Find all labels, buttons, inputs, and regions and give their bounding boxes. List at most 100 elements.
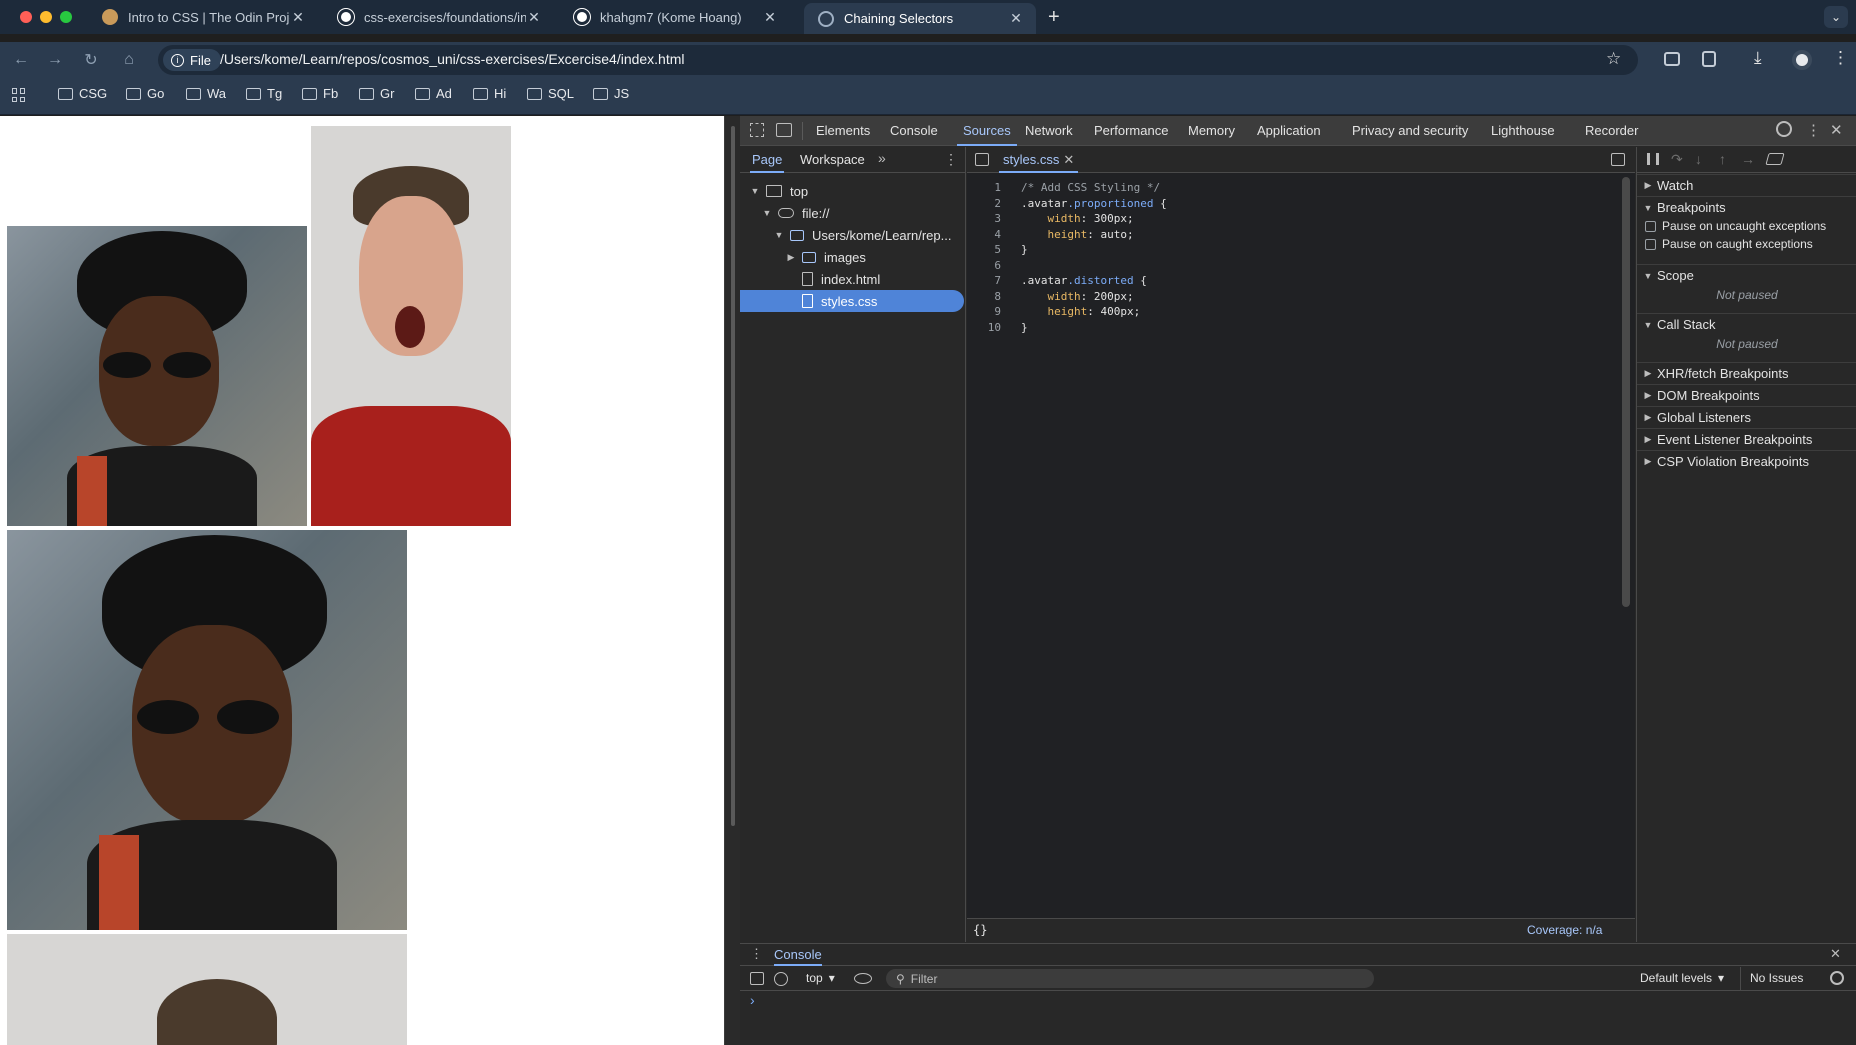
url-text[interactable]: /Users/kome/Learn/repos/cosmos_uni/css-e…	[220, 51, 685, 67]
tab-page[interactable]: Page	[750, 147, 785, 173]
code-line[interactable]: .avatar.distorted {	[1021, 273, 1147, 289]
reload-icon[interactable]: ↻	[76, 42, 106, 78]
console-sidebar-icon[interactable]	[750, 972, 764, 985]
collapsed-arrow-icon[interactable]: ▶	[1643, 390, 1653, 401]
toggle-navigator-icon[interactable]	[975, 153, 989, 166]
line-number[interactable]: 7	[967, 273, 1001, 289]
tab-memory[interactable]: Memory	[1188, 116, 1235, 146]
code-line[interactable]: }	[1021, 242, 1028, 258]
profile-avatar[interactable]	[1792, 50, 1812, 70]
cast-icon[interactable]	[1664, 52, 1680, 66]
bookmark-folder[interactable]: SQL	[527, 86, 574, 101]
site-info-chip[interactable]: i File	[163, 49, 221, 71]
collapsed-arrow-icon[interactable]: ▶	[1643, 412, 1653, 423]
line-number[interactable]: 4	[967, 227, 1001, 243]
browser-tab-github-exercises[interactable]: css-exercises/foundations/int ✕	[324, 0, 554, 34]
bookmark-folder[interactable]: Go	[126, 86, 164, 101]
drawer-menu-icon[interactable]: ⋮	[750, 946, 763, 962]
bookmark-folder[interactable]: Hi	[473, 86, 506, 101]
checkbox-box[interactable]	[1645, 220, 1656, 232]
tree-item[interactable]: ▼ file://	[740, 202, 964, 224]
device-toolbar-icon[interactable]	[776, 123, 792, 137]
code-line[interactable]: .avatar.proportioned {	[1021, 196, 1167, 212]
close-window-button[interactable]	[20, 11, 32, 23]
collapsed-arrow-icon[interactable]: ▶	[1643, 180, 1653, 191]
expand-arrow-icon[interactable]: ▼	[762, 208, 772, 218]
settings-gear-icon[interactable]	[1776, 121, 1792, 137]
line-number[interactable]: 8	[967, 289, 1001, 305]
close-tab-icon[interactable]: ✕	[762, 9, 778, 26]
close-tab-icon[interactable]: ✕	[290, 9, 306, 26]
close-tab-icon[interactable]: ✕	[526, 9, 542, 26]
bookmark-folder[interactable]: Wa	[186, 86, 226, 101]
extensions-puzzle-icon[interactable]	[1702, 51, 1716, 67]
tree-item[interactable]: styles.css	[740, 290, 964, 312]
devtools-menu-icon[interactable]: ⋮	[1806, 121, 1821, 139]
bookmark-folder[interactable]: Ad	[415, 86, 452, 101]
code-line[interactable]: width: 200px;	[1021, 289, 1134, 305]
deactivate-breakpoints-icon[interactable]	[1765, 153, 1785, 165]
log-levels-dropdown[interactable]: Default levels ▾	[1640, 971, 1724, 985]
back-arrow-icon[interactable]: ←	[6, 42, 36, 78]
debugger-section-call-stack[interactable]: ▼ Call Stack	[1637, 313, 1856, 335]
debugger-section-dom-breakpoints[interactable]: ▶ DOM Breakpoints	[1637, 384, 1856, 406]
clear-console-icon[interactable]	[774, 972, 788, 986]
debugger-section-csp-violation-breakpoints[interactable]: ▶ CSP Violation Breakpoints	[1637, 450, 1856, 472]
tree-item[interactable]: ▼ Users/kome/Learn/rep...	[740, 224, 964, 246]
pretty-print-button[interactable]: {}	[973, 923, 987, 937]
collapsed-arrow-icon[interactable]: ▶	[1643, 368, 1653, 379]
tree-item[interactable]: ▶ images	[740, 246, 964, 268]
debugger-section-watch[interactable]: ▶ Watch	[1637, 174, 1856, 196]
minimize-window-button[interactable]	[40, 11, 52, 23]
line-number[interactable]: 1	[967, 180, 1001, 196]
code-line[interactable]: height: auto;	[1021, 227, 1134, 243]
address-bar[interactable]: i File /Users/kome/Learn/repos/cosmos_un…	[158, 45, 1638, 75]
close-tab-icon[interactable]: ✕	[1008, 10, 1024, 27]
code-line[interactable]: /* Add CSS Styling */	[1021, 180, 1160, 196]
home-icon[interactable]: ⌂	[114, 42, 144, 78]
browser-menu-icon[interactable]: ⋮	[1832, 48, 1849, 68]
expand-arrow-icon[interactable]: ▼	[750, 186, 760, 196]
browser-tab-odin[interactable]: Intro to CSS | The Odin Projec ✕	[88, 0, 318, 34]
code-line[interactable]: height: 400px;	[1021, 304, 1141, 320]
bookmark-folder[interactable]: Fb	[302, 86, 338, 101]
navigator-menu-icon[interactable]: ⋮	[944, 151, 958, 168]
checkbox-box[interactable]	[1645, 238, 1656, 250]
pause-exception-checkbox[interactable]: Pause on uncaught exceptions	[1645, 219, 1826, 233]
bookmark-folder[interactable]: JS	[593, 86, 629, 101]
devtools-split-handle[interactable]	[724, 116, 740, 1045]
collapsed-arrow-icon[interactable]: ▶	[1643, 434, 1653, 445]
line-number[interactable]: 3	[967, 211, 1001, 227]
line-number[interactable]: 9	[967, 304, 1001, 320]
expand-arrow-icon[interactable]: ▼	[1643, 320, 1653, 330]
tab-console[interactable]: Console	[890, 116, 938, 146]
collapsed-arrow-icon[interactable]: ▶	[786, 252, 796, 263]
tab-privacy-and-security[interactable]: Privacy and security	[1352, 116, 1468, 146]
bookmark-folder[interactable]: Tg	[246, 86, 282, 101]
zoom-window-button[interactable]	[60, 11, 72, 23]
forward-arrow-icon[interactable]: →	[40, 42, 70, 78]
apps-grid-icon[interactable]	[12, 88, 26, 102]
pause-icon[interactable]	[1647, 153, 1659, 165]
tree-item[interactable]: ▼ top	[740, 180, 964, 202]
code-lines[interactable]: 1 /* Add CSS Styling */ 2 .avatar.proportio…	[967, 180, 1607, 380]
code-line[interactable]: }	[1021, 320, 1028, 336]
expand-arrow-icon[interactable]: ▼	[774, 230, 784, 240]
issues-counter[interactable]: No Issues	[1750, 971, 1803, 985]
tab-elements[interactable]: Elements	[816, 116, 870, 146]
tab-recorder[interactable]: Recorder	[1585, 116, 1638, 146]
drawer-tab-console[interactable]: Console	[774, 944, 822, 966]
bookmark-folder[interactable]: Gr	[359, 86, 394, 101]
console-prompt[interactable]: ›	[750, 992, 755, 1008]
browser-tab-github-profile[interactable]: khahgm7 (Kome Hoang) ✕	[560, 0, 790, 34]
debugger-section-xhr-fetch-breakpoints[interactable]: ▶ XHR/fetch Breakpoints	[1637, 362, 1856, 384]
collapsed-arrow-icon[interactable]: ▶	[1643, 456, 1653, 467]
line-number[interactable]: 10	[967, 320, 1001, 336]
expand-arrow-icon[interactable]: ▼	[1643, 203, 1653, 213]
bookmark-folder[interactable]: CSG	[58, 86, 107, 101]
editor-tab-styles-css[interactable]: styles.css ✕	[999, 147, 1079, 173]
tab-network[interactable]: Network	[1025, 116, 1073, 146]
tab-search-chevron-icon[interactable]: ⌄	[1824, 6, 1848, 28]
debugger-section-event-listener-breakpoints[interactable]: ▶ Event Listener Breakpoints	[1637, 428, 1856, 450]
expand-arrow-icon[interactable]: ▼	[1643, 271, 1653, 281]
